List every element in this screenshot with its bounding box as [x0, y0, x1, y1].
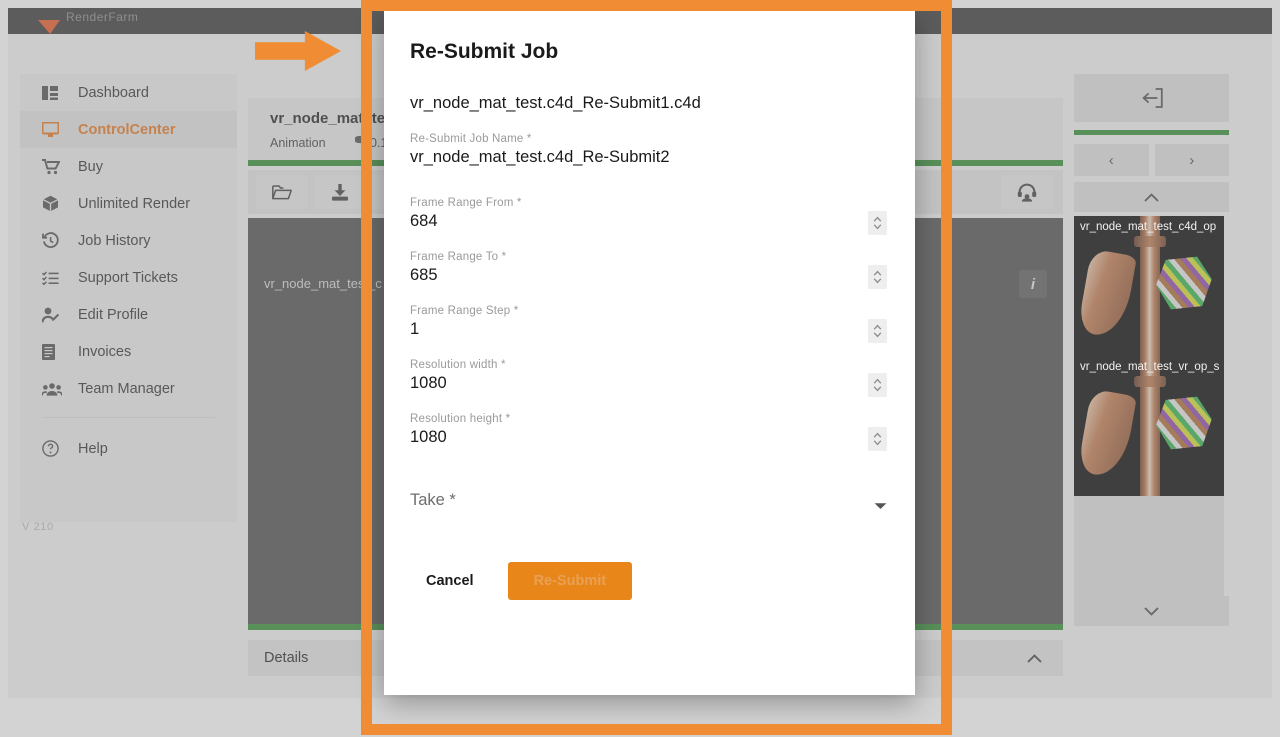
field-label: Resolution width *: [410, 359, 506, 371]
quantity-stepper[interactable]: [868, 427, 887, 451]
job-file-label: vr_node_mat_test.c4d_Re-Submit1.c4d: [410, 94, 701, 112]
field-label: Frame Range To *: [410, 251, 507, 263]
field-value: 1080: [410, 374, 447, 392]
thumbnail-label: vr_node_mat_test_vr_op_s: [1080, 361, 1220, 373]
field-value: 684: [410, 212, 438, 230]
field-label: Frame Range Step *: [410, 305, 519, 317]
dialog-actions: Cancel Re-Submit: [410, 562, 889, 600]
frame-range-step-field[interactable]: Frame Range Step * 1: [410, 305, 889, 343]
field-label: Resolution height *: [410, 413, 511, 425]
quantity-stepper[interactable]: [868, 373, 887, 397]
take-select[interactable]: Take *: [410, 491, 889, 516]
job-name-field[interactable]: Re-Submit Job Name * vr_node_mat_test.c4…: [410, 133, 889, 167]
thumbnail-label: vr_node_mat_test_c4d_op: [1080, 221, 1217, 233]
quantity-stepper[interactable]: [868, 319, 887, 343]
resolution-width-field[interactable]: Resolution width * 1080: [410, 359, 889, 397]
take-label: Take *: [410, 491, 456, 509]
field-value: 1: [410, 320, 420, 338]
field-value: 1080: [410, 428, 447, 446]
field-label: Re-Submit Job Name *: [410, 133, 532, 145]
frame-range-to-field[interactable]: Frame Range To * 685: [410, 251, 889, 289]
field-value: vr_node_mat_test.c4d_Re-Submit2: [410, 148, 670, 166]
screen-root: RenderFarm Dashboard ControlCenter Buy U…: [0, 0, 1280, 737]
chevron-down-icon[interactable]: [874, 497, 887, 515]
quantity-stepper[interactable]: [868, 211, 887, 235]
page-title: Re-Submit Job: [410, 40, 559, 63]
cancel-button[interactable]: Cancel: [410, 563, 490, 599]
field-label: Frame Range From *: [410, 197, 522, 209]
resubmit-button[interactable]: Re-Submit: [507, 562, 633, 600]
field-value: 685: [410, 266, 438, 284]
resolution-height-field[interactable]: Resolution height * 1080: [410, 413, 889, 451]
quantity-stepper[interactable]: [868, 265, 887, 289]
frame-range-from-field[interactable]: Frame Range From * 684: [410, 197, 889, 235]
resubmit-job-dialog: Re-Submit Job vr_node_mat_test.c4d_Re-Su…: [384, 10, 915, 695]
